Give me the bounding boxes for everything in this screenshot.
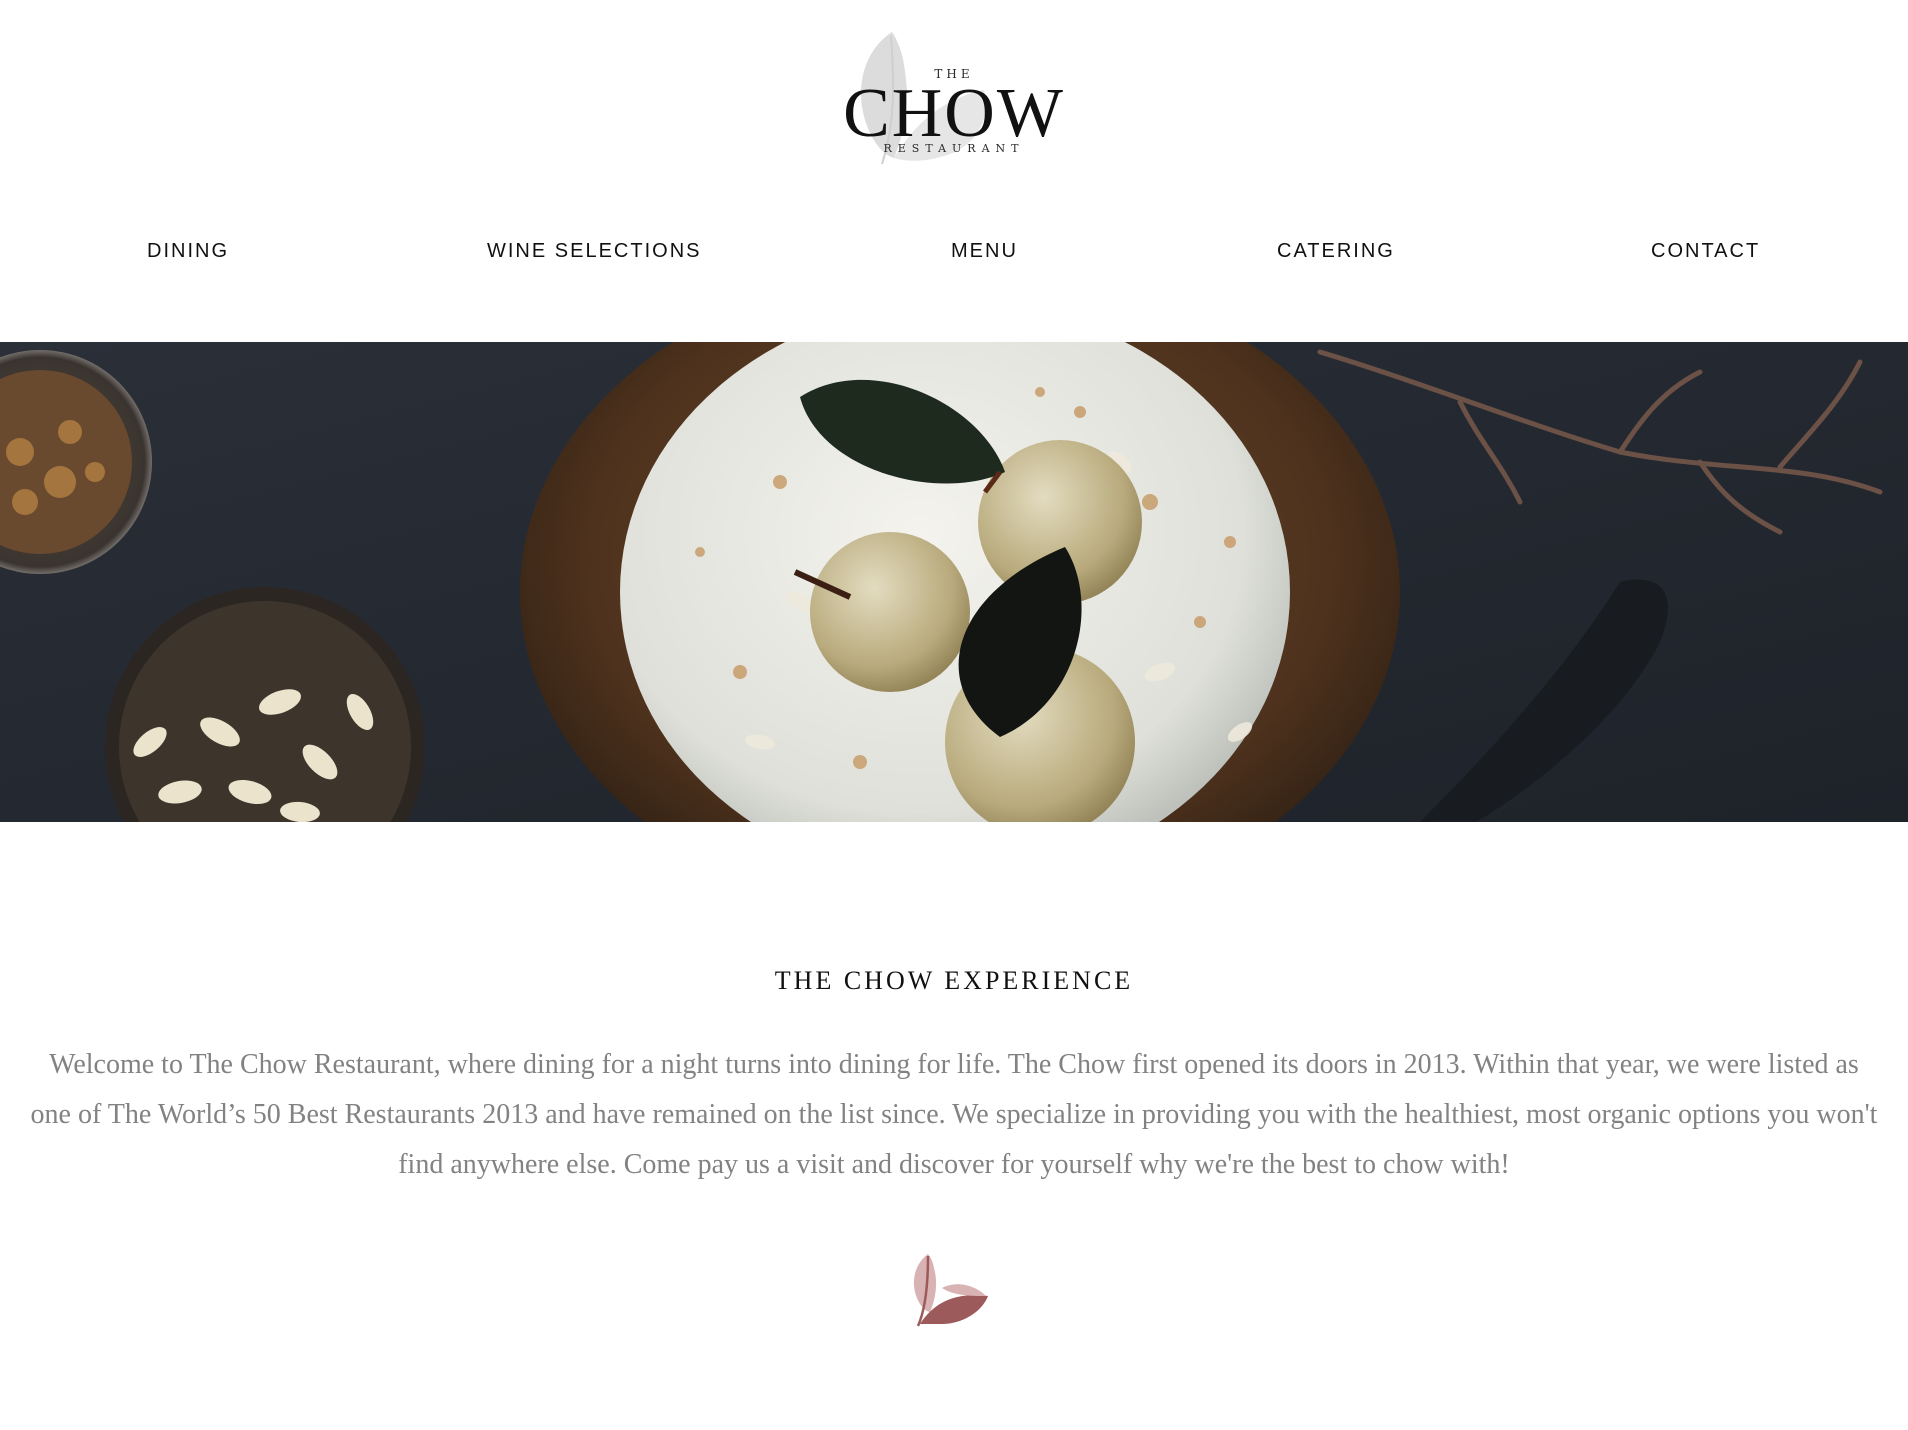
dessert-photo bbox=[0, 342, 1908, 822]
nav-item-catering[interactable]: CATERING bbox=[1277, 240, 1395, 263]
section-title: THE CHOW EXPERIENCE bbox=[774, 966, 1134, 995]
nav-item-menu[interactable]: MENU bbox=[951, 240, 1018, 263]
nav-item-dining[interactable]: DINING bbox=[147, 240, 229, 263]
nav-item-contact[interactable]: CONTACT bbox=[1651, 240, 1760, 263]
logo-subtitle: RESTAURANT bbox=[883, 142, 1025, 155]
leaf-icon bbox=[913, 1254, 988, 1327]
site-logo[interactable]: THE CHOW RESTAURANT bbox=[824, 28, 1084, 170]
leaf-ornament bbox=[906, 1252, 992, 1328]
main-nav: DINING WINE SELECTIONS MENU CATERING CON… bbox=[0, 240, 1908, 268]
hero-image bbox=[0, 342, 1908, 822]
nav-item-wine-selections[interactable]: WINE SELECTIONS bbox=[487, 240, 701, 263]
section-body: Welcome to The Chow Restaurant, where di… bbox=[30, 1049, 1878, 1180]
